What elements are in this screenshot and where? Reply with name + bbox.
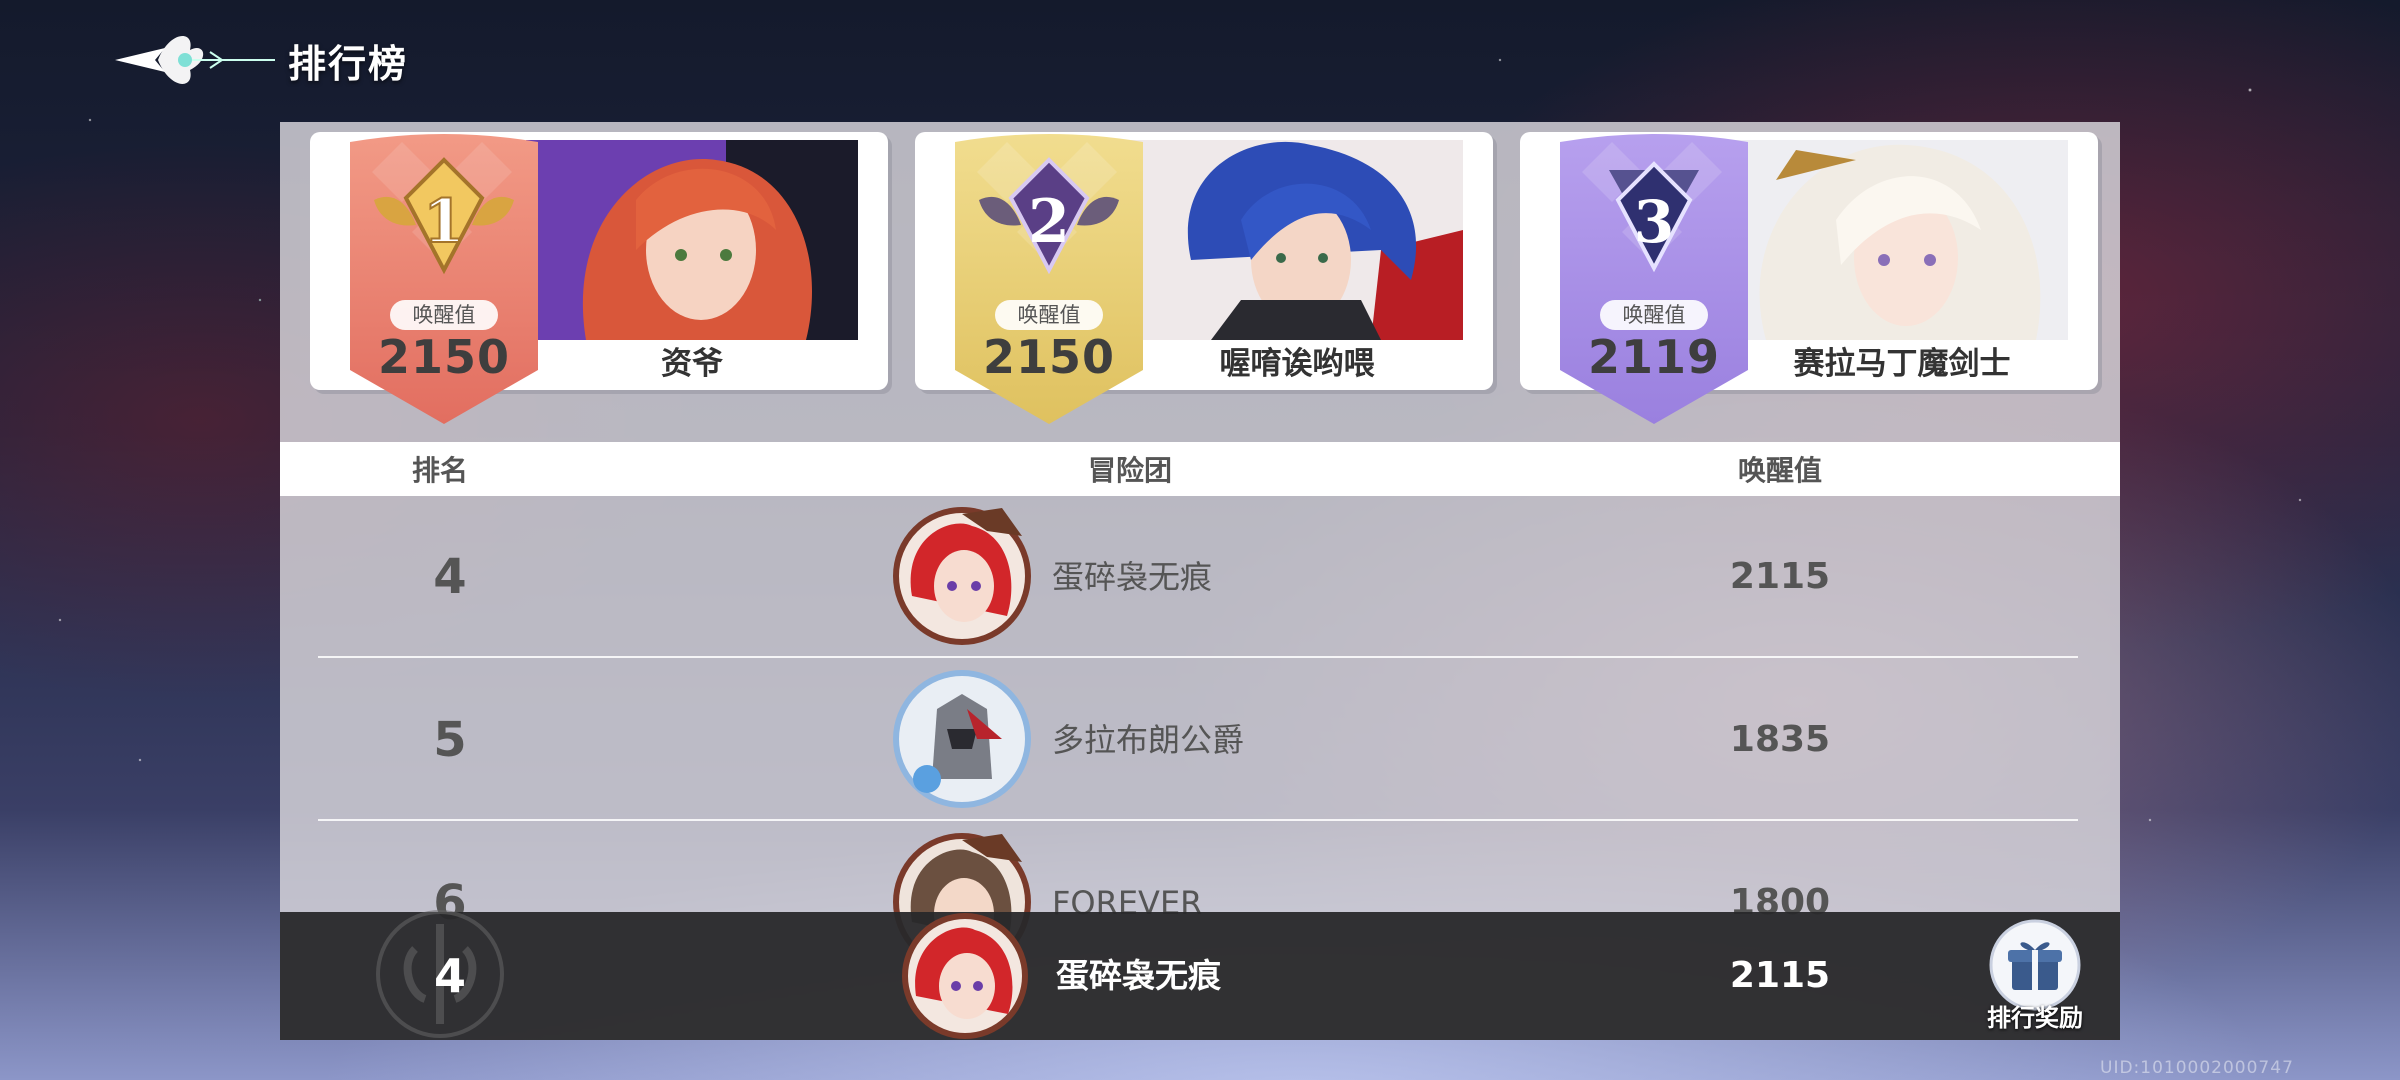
row-divider	[318, 819, 2078, 821]
column-header-team: 冒险团	[1087, 454, 1172, 487]
table-row[interactable]: 5 多拉布朗公爵 1835	[280, 659, 2120, 821]
podium-card-rank-2[interactable]: 喔唷诶哟喂 2 唤醒值 2150	[915, 132, 1505, 432]
table-header: 排名 冒险团 唤醒值	[280, 442, 2120, 496]
row-rank: 5	[433, 712, 467, 768]
podium-card-rank-1[interactable]: 资爷 1 唤醒值 2150	[310, 132, 900, 432]
svg-text:2: 2	[1028, 187, 1070, 257]
score-value: 2119	[1587, 330, 1721, 384]
team-name: 蛋碎袅无痕	[1052, 558, 1213, 596]
rank-1-emblem-icon: 1	[374, 157, 514, 275]
rank-reward-button[interactable]: 排行奖励	[1960, 914, 2110, 1038]
podium-card-rank-3[interactable]: 赛拉马丁魔剑士 3 唤醒值 2119	[1520, 132, 2110, 432]
my-team-avatar	[898, 912, 1032, 1040]
row-rank: 4	[433, 549, 467, 605]
rank-shield: 2 唤醒值 2150	[947, 132, 1151, 428]
team-name: 多拉布朗公爵	[1052, 721, 1245, 759]
rank-reward-label: 排行奖励	[1987, 1004, 2083, 1032]
score-label: 唤醒值	[390, 300, 498, 330]
rank-2-emblem-icon: 2	[979, 157, 1119, 275]
column-header-rank: 排名	[411, 454, 468, 487]
player-portrait	[1131, 140, 1463, 340]
leaderboard-panel: 资爷 1 唤醒值 2150 喔唷诶哟喂 2 唤醒值 2150 赛拉马丁魔剑士 3…	[280, 122, 2120, 1040]
my-rank: 4	[433, 949, 466, 1003]
winged-back-emblem-icon[interactable]	[110, 20, 280, 100]
team-avatar	[892, 669, 1032, 809]
svg-text:3: 3	[1634, 188, 1674, 256]
score-label: 唤醒值	[1600, 300, 1708, 330]
team-avatar	[892, 506, 1032, 646]
page-title: 排行榜	[288, 41, 409, 86]
my-team-name: 蛋碎袅无痕	[1056, 956, 1221, 995]
rank-shield: 3 唤醒值 2119	[1552, 132, 1756, 428]
page-header: 排行榜	[110, 20, 408, 100]
score-label: 唤醒值	[995, 300, 1103, 330]
score-value: 2150	[377, 330, 511, 384]
my-rank-row: 4 蛋碎袅无痕 2115 排行奖励	[280, 910, 2120, 1040]
my-score: 2115	[1729, 955, 1831, 996]
rank-3-emblem-icon: 3	[1609, 161, 1699, 273]
user-id: UID:1010002000747	[2100, 1058, 2294, 1078]
rank-shield: 1 唤醒值 2150	[342, 132, 546, 428]
podium: 资爷 1 唤醒值 2150 喔唷诶哟喂 2 唤醒值 2150 赛拉马丁魔剑士 3…	[280, 122, 2120, 442]
player-name: 赛拉马丁魔剑士	[1793, 346, 2011, 382]
player-portrait	[1736, 140, 2068, 340]
row-score: 2115	[1729, 556, 1831, 597]
player-name: 喔唷诶哟喂	[1219, 346, 1375, 382]
player-name: 资爷	[661, 346, 723, 382]
row-score: 1835	[1729, 719, 1831, 760]
column-header-score: 唤醒值	[1737, 454, 1822, 487]
svg-text:1: 1	[423, 187, 465, 257]
player-portrait	[526, 140, 858, 340]
table-row[interactable]: 4 蛋碎袅无痕 2115	[280, 496, 2120, 658]
score-value: 2150	[982, 330, 1116, 384]
row-divider	[318, 656, 2078, 658]
